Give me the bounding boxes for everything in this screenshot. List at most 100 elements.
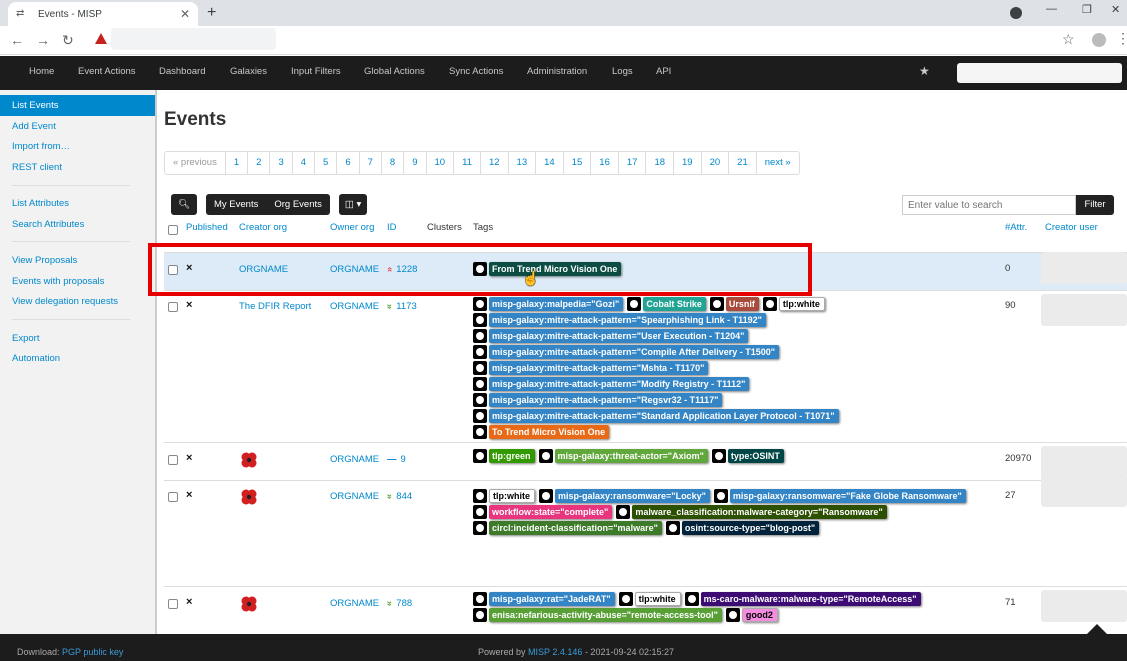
creator-org-logo-icon[interactable] <box>240 488 258 506</box>
pagination-page[interactable]: 4 <box>293 152 316 174</box>
new-tab-button[interactable]: + <box>207 4 216 22</box>
row-checkbox[interactable] <box>168 455 178 465</box>
tag[interactable]: circl:incident-classification="malware" <box>473 521 662 535</box>
header-published[interactable]: Published <box>186 222 228 233</box>
event-id-link[interactable]: 788 <box>396 598 412 609</box>
search-input[interactable] <box>902 195 1076 215</box>
pagination-previous[interactable]: « previous <box>165 152 226 174</box>
event-id[interactable]: »1173 <box>384 301 417 312</box>
tag[interactable]: tlp:white <box>618 592 681 606</box>
pagination-page[interactable]: 7 <box>360 152 382 174</box>
tag[interactable]: Ursnif <box>709 297 759 311</box>
tag[interactable]: workflow:state="complete" <box>473 505 613 519</box>
nav-user-box[interactable] <box>957 63 1122 83</box>
event-id-link[interactable]: 9 <box>401 454 406 465</box>
tag[interactable]: misp-galaxy:mitre-attack-pattern="Modify… <box>473 377 750 391</box>
pagination-page[interactable]: 19 <box>674 152 702 174</box>
pagination-page[interactable]: 9 <box>404 152 427 174</box>
pgp-key-link[interactable]: PGP public key <box>62 647 123 657</box>
more-menu-icon[interactable]: ⋮ <box>1116 30 1127 47</box>
nav-administration[interactable]: Administration <box>527 66 587 77</box>
nav-global-actions[interactable]: Global Actions <box>364 66 425 77</box>
creator-org-logo-icon[interactable] <box>240 451 258 469</box>
pagination-page[interactable]: 13 <box>509 152 537 174</box>
sidebar-item-rest-client[interactable]: REST client <box>0 157 155 178</box>
forward-icon[interactable]: → <box>36 32 50 48</box>
window-close-icon[interactable]: ✕ <box>1111 3 1120 16</box>
pagination-page[interactable]: 1 <box>226 152 249 174</box>
row-checkbox[interactable] <box>168 492 178 502</box>
table-row[interactable]: × The DFIR Report ORGNAME »1173 misp-galaxy:… <box>164 290 1127 442</box>
column-toggle-button[interactable]: ◫ ▾ <box>338 194 368 215</box>
row-checkbox[interactable] <box>168 599 178 609</box>
select-all-checkbox[interactable] <box>168 225 178 235</box>
search-button[interactable]: 🔍︎ <box>171 194 197 215</box>
tag[interactable]: tlp:white <box>473 489 535 503</box>
pagination-page[interactable]: 6 <box>337 152 360 174</box>
event-id-link[interactable]: 844 <box>396 491 412 502</box>
tag[interactable]: misp-galaxy:mitre-attack-pattern="User E… <box>473 329 749 343</box>
header-creator-org[interactable]: Creator org <box>239 222 287 233</box>
pagination-page[interactable]: 14 <box>536 152 564 174</box>
tag[interactable]: misp-galaxy:threat-actor="Axiom" <box>538 449 708 463</box>
sidebar-item-view-delegation-requests[interactable]: View delegation requests <box>0 291 155 312</box>
nav-logs[interactable]: Logs <box>612 66 633 77</box>
pagination-page[interactable]: 10 <box>427 152 455 174</box>
browser-tab[interactable]: ⇄ Events - MISP ✕ <box>8 2 198 26</box>
event-id[interactable]: »844 <box>384 491 412 502</box>
tag[interactable]: tlp:green <box>473 449 535 463</box>
profile-icon[interactable] <box>1010 7 1022 19</box>
event-id[interactable]: —9 <box>387 454 406 465</box>
maximize-icon[interactable]: ❐ <box>1082 3 1092 16</box>
tag[interactable]: enisa:nefarious-activity-abuse="remote-a… <box>473 608 722 622</box>
back-icon[interactable]: ← <box>10 32 24 48</box>
pagination-page[interactable]: 18 <box>646 152 675 174</box>
minimize-icon[interactable]: — <box>1046 3 1057 15</box>
pagination-page[interactable]: 8 <box>382 152 405 174</box>
tag[interactable]: misp-galaxy:ransomware="Locky" <box>539 489 710 503</box>
sidebar-item-search-attributes[interactable]: Search Attributes <box>0 214 155 235</box>
org-events-button[interactable]: Org Events <box>266 194 330 215</box>
pagination-page[interactable]: 2 <box>248 152 271 174</box>
scroll-top-icon[interactable] <box>1087 624 1107 634</box>
account-icon[interactable] <box>1092 33 1106 47</box>
pagination-page[interactable]: 3 <box>270 152 293 174</box>
creator-org-link[interactable]: The DFIR Report <box>239 301 311 312</box>
tag[interactable]: type:OSINT <box>711 449 784 463</box>
pagination-page[interactable]: 15 <box>564 152 592 174</box>
tag[interactable]: misp-galaxy:mitre-attack-pattern="Standa… <box>473 409 839 423</box>
url-input[interactable] <box>111 28 276 50</box>
filter-button[interactable]: Filter <box>1076 195 1114 215</box>
tag[interactable]: tlp:white <box>762 297 825 311</box>
owner-org-link[interactable]: ORGNAME <box>330 454 379 465</box>
tag[interactable]: good2 <box>725 608 778 622</box>
bookmark-star-icon[interactable]: ☆ <box>1062 31 1075 48</box>
pagination-page[interactable]: 11 <box>454 152 481 174</box>
owner-org-link[interactable]: ORGNAME <box>330 491 379 502</box>
event-id[interactable]: »788 <box>384 598 412 609</box>
sidebar-item-import-from[interactable]: Import from… <box>0 136 155 157</box>
tag[interactable]: osint:source-type="blog-post" <box>665 521 820 535</box>
owner-org-link[interactable]: ORGNAME <box>330 301 379 312</box>
misp-version-link[interactable]: MISP 2.4.146 <box>528 647 582 657</box>
tag[interactable]: malware_classification:malware-category=… <box>616 505 887 519</box>
header-owner-org[interactable]: Owner org <box>330 222 374 233</box>
creator-org-logo-icon[interactable] <box>240 595 258 613</box>
nav-dashboard[interactable]: Dashboard <box>159 66 205 77</box>
table-row[interactable]: × ORGNAME »844 tlp:white misp-galaxy:ransomw… <box>164 475 1127 586</box>
tag[interactable]: misp-galaxy:mitre-attack-pattern="Spearp… <box>473 313 766 327</box>
pagination-next[interactable]: next » <box>757 152 799 174</box>
header-creator-user[interactable]: Creator user <box>1045 222 1098 233</box>
tag[interactable]: To Trend Micro Vision One <box>473 425 610 439</box>
not-secure-icon[interactable] <box>95 33 107 44</box>
tag[interactable]: misp-galaxy:rat="JadeRAT" <box>473 592 615 606</box>
my-events-button[interactable]: My Events <box>206 194 266 215</box>
tag[interactable]: misp-galaxy:mitre-attack-pattern="Mshta … <box>473 361 709 375</box>
tag[interactable]: Cobalt Strike <box>627 297 706 311</box>
nav-api[interactable]: API <box>656 66 671 77</box>
sidebar-item-view-proposals[interactable]: View Proposals <box>0 250 155 271</box>
event-id-link[interactable]: 1173 <box>396 301 416 312</box>
pagination-page[interactable]: 12 <box>481 152 509 174</box>
tab-close-icon[interactable]: ✕ <box>180 7 190 21</box>
nav-sync-actions[interactable]: Sync Actions <box>449 66 503 77</box>
